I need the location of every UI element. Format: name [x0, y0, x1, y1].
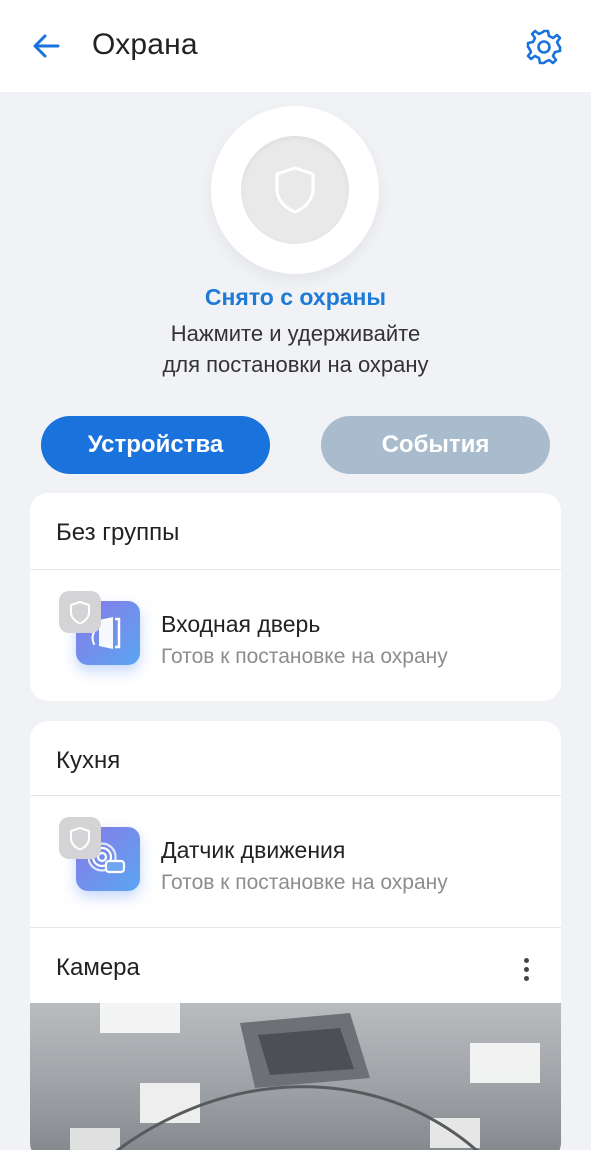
- device-name: Датчик движения: [161, 837, 346, 863]
- arm-hint-line2: для постановки на охрану: [162, 352, 429, 377]
- tab-devices[interactable]: Устройства: [41, 416, 270, 474]
- arm-hint-line1: Нажмите и удерживайте: [170, 321, 421, 346]
- back-button[interactable]: [26, 26, 66, 66]
- arm-button[interactable]: [211, 106, 379, 274]
- settings-button[interactable]: [522, 25, 566, 69]
- group-card: Кухня Датчик движения Готов к постановке…: [30, 721, 561, 1150]
- divider: [30, 927, 561, 928]
- shield-icon: [70, 600, 90, 624]
- divider: [30, 795, 561, 796]
- device-status: Готов к постановке на охрану: [161, 645, 448, 668]
- page-title: Охрана: [92, 28, 198, 61]
- camera-preview[interactable]: [30, 1003, 561, 1150]
- divider: [30, 569, 561, 570]
- device-row-front-door[interactable]: Входная дверь Готов к постановке на охра…: [30, 571, 561, 681]
- group-title: Кухня: [56, 747, 121, 774]
- camera-title: Камера: [56, 954, 140, 981]
- app-header: Охрана: [0, 0, 591, 92]
- tab-events[interactable]: События: [321, 416, 550, 474]
- shield-icon: [70, 826, 90, 850]
- device-name: Входная дверь: [161, 611, 321, 637]
- arm-hint: Нажмите и удерживайте для постановки на …: [0, 318, 591, 380]
- arrow-left-icon: [33, 34, 60, 58]
- group-card: Без группы Входная дверь Готов к постано…: [30, 493, 561, 701]
- shield-icon: [275, 166, 315, 214]
- arm-status: Снято с охраны: [204, 284, 387, 310]
- arm-button-inner: [241, 136, 349, 244]
- group-title: Без группы: [56, 519, 180, 546]
- shield-badge: [59, 591, 101, 633]
- gear-icon: [526, 29, 562, 65]
- device-row-motion-sensor[interactable]: Датчик движения Готов к постановке на ох…: [30, 797, 561, 907]
- shield-badge: [59, 817, 101, 859]
- device-status: Готов к постановке на охрану: [161, 871, 448, 894]
- more-vertical-icon[interactable]: [514, 949, 538, 989]
